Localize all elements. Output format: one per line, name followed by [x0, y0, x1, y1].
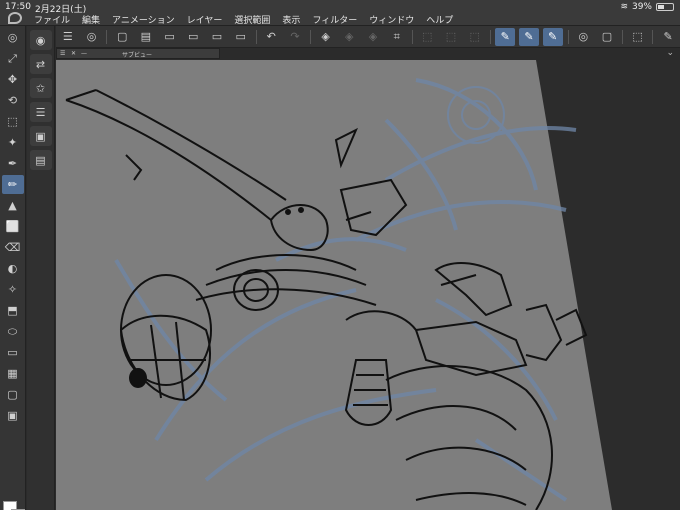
main-menu: ファイル 編集 アニメーション レイヤー 選択範囲 表示 フィルター ウィンドウ…	[34, 13, 453, 26]
new-file-icon[interactable]: ▢	[112, 28, 132, 46]
text-icon[interactable]: ▣	[2, 406, 24, 425]
eraser-icon[interactable]: ◐	[2, 259, 24, 278]
separator	[489, 29, 491, 44]
subview-panel: ☰ ✕ — サブビュー	[56, 48, 220, 59]
figure-icon[interactable]: ▦	[2, 364, 24, 383]
fill-icon[interactable]: ◈	[339, 28, 359, 46]
separator	[567, 29, 569, 44]
palette-bar: ◉ ⇄ ✩ ☰ ▣ ▤	[27, 26, 55, 510]
save-icon[interactable]: ▭	[160, 28, 180, 46]
separator	[411, 29, 413, 44]
copy-icon[interactable]: ◈	[363, 28, 383, 46]
pen-icon[interactable]: ✏	[1, 175, 24, 194]
stabilizer-1-icon[interactable]: ✎	[495, 27, 516, 46]
menu-file[interactable]: ファイル	[34, 13, 70, 26]
menu-animation[interactable]: アニメーション	[112, 13, 175, 26]
blend-icon[interactable]: ✧	[2, 280, 24, 299]
material-icon[interactable]: ✩	[29, 78, 52, 98]
fill-tool-icon[interactable]: ⬭	[2, 322, 24, 341]
menu-bar: 17:50 2月22日(土) ≋ 39% ファイル 編集 アニメーション レイヤ…	[0, 0, 680, 26]
pen-settings-icon[interactable]: ◎	[2, 28, 24, 47]
pen-pressure-icon[interactable]: ✎	[658, 28, 678, 46]
brush-icon[interactable]: ⬜	[2, 217, 24, 236]
close-icon[interactable]: ✕	[71, 50, 76, 57]
menu-layer[interactable]: レイヤー	[187, 13, 223, 26]
export-3-icon[interactable]: ▭	[231, 28, 251, 46]
battery-percent: 39%	[631, 2, 652, 12]
separator	[621, 29, 623, 44]
airbrush-icon[interactable]: ⌫	[2, 238, 24, 257]
drawing-canvas[interactable]	[56, 60, 680, 510]
magic-wand-icon[interactable]: ✦	[2, 133, 24, 152]
pencil-icon[interactable]: ▲	[2, 196, 24, 215]
app-logo-icon[interactable]	[8, 12, 22, 24]
eyedropper-icon[interactable]: ✒	[2, 154, 24, 173]
menu-view[interactable]: 表示	[282, 13, 300, 26]
undo-icon[interactable]: ↶	[261, 28, 281, 46]
decoration-icon[interactable]: ⬒	[2, 301, 24, 320]
move-icon[interactable]: ✥	[2, 70, 24, 89]
ruler-icon[interactable]: ◎	[573, 28, 593, 46]
command-bar: ☰ ◎ ▢ ▤ ▭ ▭ ▭ ▭ ↶ ↷ ◈ ◈ ◈ ⌗ ⬚ ⬚ ⬚ ✎ ✎ ✎ …	[56, 26, 680, 48]
separator	[309, 29, 311, 44]
stabilizer-2-icon[interactable]: ✎	[519, 27, 539, 46]
select-icon[interactable]: ⬚	[2, 112, 24, 131]
separator	[106, 29, 108, 44]
chevron-down-icon[interactable]: ⌄	[666, 48, 674, 58]
layer-list-icon[interactable]: ☰	[29, 102, 52, 122]
snap-icon[interactable]: ▢	[597, 28, 617, 46]
menu-edit[interactable]: 編集	[82, 13, 100, 26]
layer-icon[interactable]: ◎	[82, 28, 102, 46]
subview-icon[interactable]: ▣	[29, 126, 52, 146]
stabilizer-3-icon[interactable]: ✎	[542, 27, 563, 46]
invert-icon[interactable]: ⬚	[465, 28, 485, 46]
gradient-icon[interactable]: ▭	[2, 343, 24, 362]
canvas-area[interactable]	[56, 60, 680, 510]
tool-property-icon[interactable]: ⇄	[29, 54, 52, 74]
status-time: 17:50	[5, 2, 31, 12]
layer-property-icon[interactable]: ▤	[29, 150, 52, 170]
menu-selection[interactable]: 選択範囲	[234, 13, 270, 26]
loading-icon[interactable]: ◈	[316, 28, 336, 46]
status-right: ≋ 39%	[620, 2, 674, 12]
tool-palette: ◎ ⤢ ✥ ⟲ ⬚ ✦ ✒ ✏ ▲ ⬜ ⌫ ◐ ✧ ⬒ ⬭ ▭ ▦ ▢ ▣	[0, 26, 26, 510]
menu-help[interactable]: ヘルプ	[426, 13, 453, 26]
export-icon[interactable]: ▭	[183, 28, 203, 46]
menu-filter[interactable]: フィルター	[312, 13, 357, 26]
separator	[652, 29, 654, 44]
open-file-icon[interactable]: ▤	[136, 28, 156, 46]
frame-icon[interactable]: ▢	[2, 385, 24, 404]
wifi-icon: ≋	[620, 2, 628, 12]
hamburger-menu-icon[interactable]: ☰	[58, 28, 78, 46]
clear-icon[interactable]: ⬚	[417, 28, 437, 46]
redo-icon[interactable]: ↷	[285, 28, 305, 46]
clear-outside-icon[interactable]: ⬚	[441, 28, 461, 46]
battery-icon	[656, 3, 674, 11]
transform-icon[interactable]: ⌗	[387, 28, 407, 46]
edit-icon[interactable]: ⬚	[628, 28, 648, 46]
minimize-icon[interactable]: —	[81, 50, 87, 57]
rotate-icon[interactable]: ⟲	[2, 91, 24, 110]
export-2-icon[interactable]: ▭	[207, 28, 227, 46]
navigator-icon[interactable]: ◉	[29, 30, 52, 50]
drag-handle-icon[interactable]: ☰	[60, 50, 65, 57]
zoom-icon[interactable]: ⤢	[2, 49, 24, 68]
menu-window[interactable]: ウィンドウ	[369, 13, 414, 26]
separator	[255, 29, 257, 44]
subview-title: サブビュー	[122, 52, 153, 59]
